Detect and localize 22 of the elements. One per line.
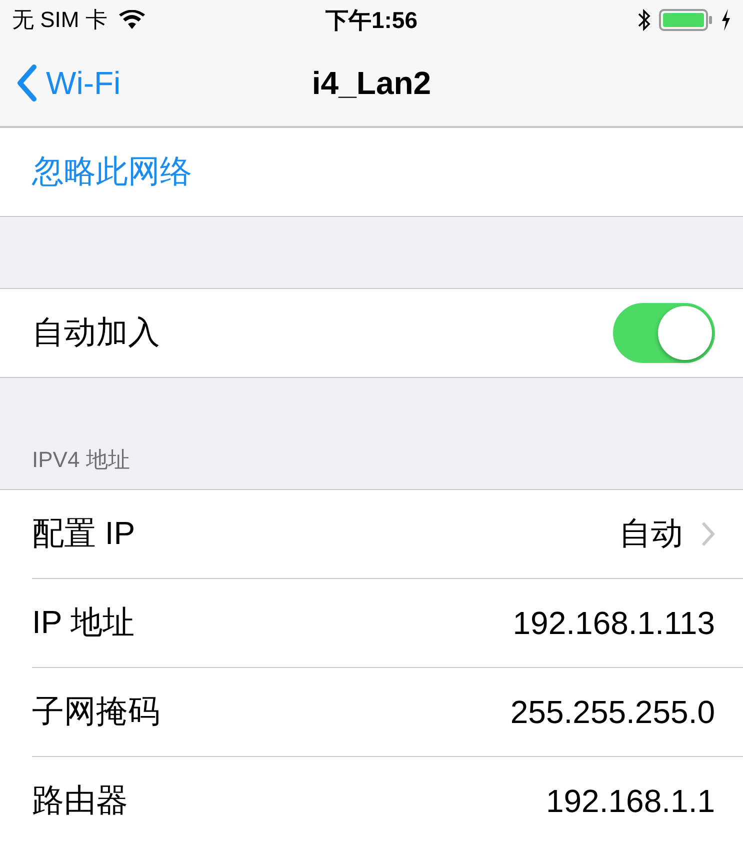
carrier-label: 无 SIM 卡 xyxy=(12,6,108,34)
row-value: 192.168.1.113 xyxy=(512,604,715,642)
battery-icon xyxy=(659,8,713,32)
auto-join-label: 自动加入 xyxy=(32,313,160,352)
config-ip-link[interactable]: 自动 xyxy=(619,512,715,556)
bluetooth-icon xyxy=(637,8,651,32)
row-label: 配置 IP xyxy=(32,514,136,553)
chevron-left-icon xyxy=(16,64,38,102)
page-title: i4_Lan2 xyxy=(312,64,432,102)
charging-icon xyxy=(721,9,731,31)
wifi-icon xyxy=(119,10,146,30)
row-label: 子网掩码 xyxy=(32,692,160,731)
forget-network-button[interactable]: 忽略此网络 xyxy=(32,150,192,194)
row-value: 255.255.255.0 xyxy=(510,694,715,730)
back-button[interactable]: Wi-Fi xyxy=(16,64,121,102)
row-label: IP 地址 xyxy=(32,603,135,642)
row-label: 路由器 xyxy=(32,781,128,820)
chevron-right-icon xyxy=(701,521,715,547)
clock-time: 下午1:56 xyxy=(325,6,418,34)
row-value: 192.168.1.1 xyxy=(546,782,715,820)
auto-join-toggle[interactable] xyxy=(613,303,715,363)
section-header: IPV4 地址 xyxy=(32,446,130,474)
